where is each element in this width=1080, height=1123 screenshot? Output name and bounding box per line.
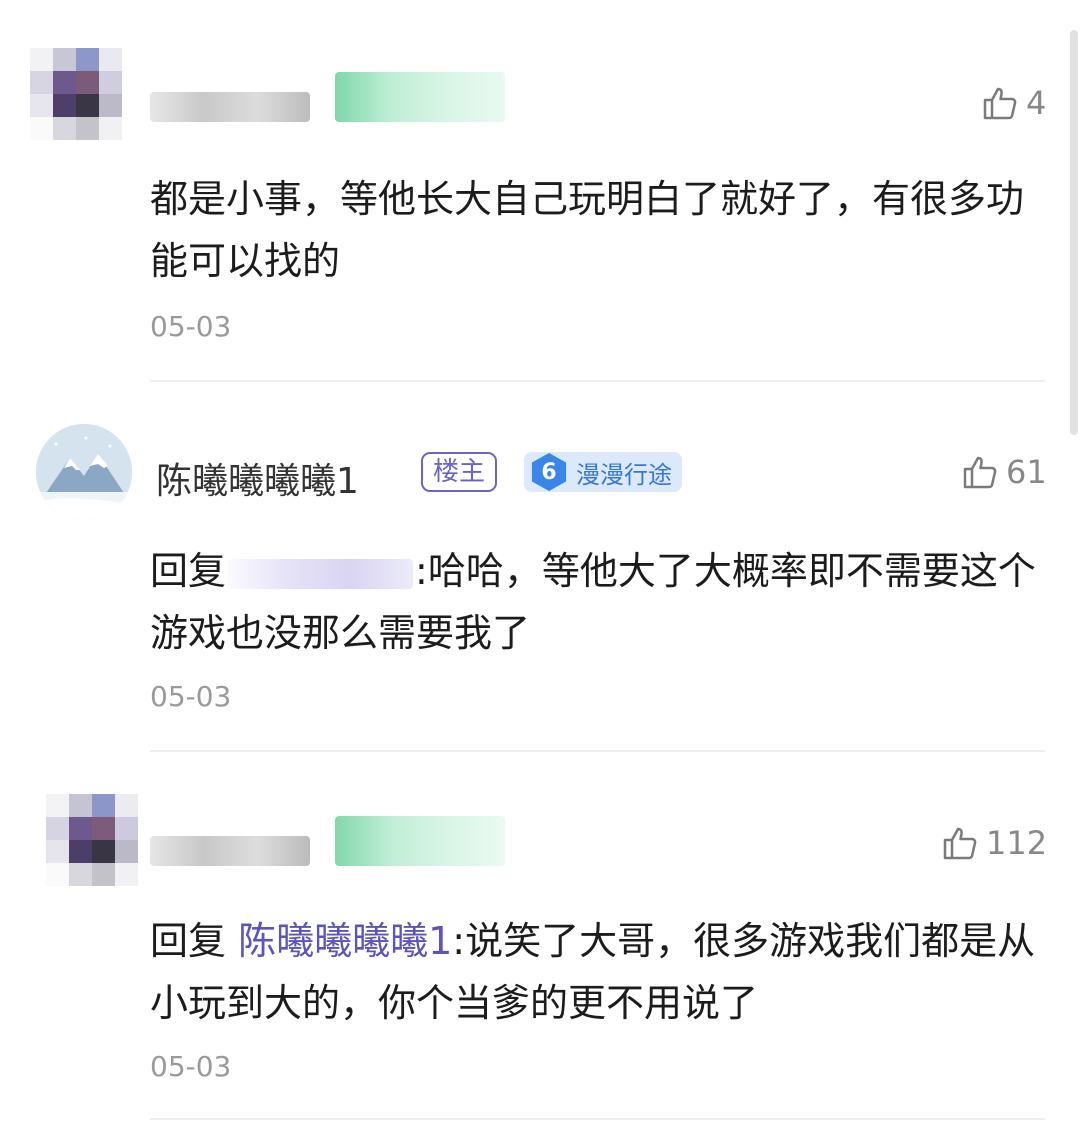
avatar-blurred[interactable] — [30, 48, 122, 140]
like-count: 112 — [986, 824, 1048, 862]
reply-prefix: 回复 — [150, 549, 227, 593]
comment-text: 都是小事，等他长大自己玩明白了就好了，有很多功能可以找的 — [150, 177, 1025, 283]
badge-blurred — [335, 816, 505, 866]
comment-date: 05-03 — [150, 310, 232, 343]
comment-date: 05-03 — [150, 1050, 232, 1083]
thumbs-up-icon — [983, 87, 1017, 120]
avatar-blurred[interactable] — [46, 794, 138, 886]
mention-blurred[interactable] — [228, 558, 414, 589]
like-count: 4 — [1026, 84, 1047, 122]
comment-text: 回复 陈曦曦曦曦1:说笑了大哥，很多游戏我们都是从小玩到大的，你个当爹的更不用说… — [150, 910, 1040, 1034]
like-button[interactable]: 112 — [942, 824, 1047, 862]
username-blurred[interactable] — [150, 92, 310, 122]
comment-date: 05-03 — [150, 680, 232, 713]
snow-mountain-avatar — [36, 424, 132, 520]
avatar[interactable] — [36, 424, 132, 520]
level-badge: 6 漫漫行途 — [524, 452, 682, 492]
level-name: 漫漫行途 — [576, 460, 672, 489]
divider — [150, 380, 1045, 382]
mention-link[interactable]: 陈曦曦曦曦1 — [238, 919, 452, 963]
badge-blurred — [335, 72, 505, 122]
thumbs-up-icon — [943, 827, 977, 860]
like-button[interactable]: 61 — [962, 453, 1047, 491]
user-name[interactable]: 陈曦曦曦曦1 — [156, 452, 359, 504]
username-blurred[interactable] — [150, 836, 310, 866]
divider — [150, 1118, 1045, 1120]
level-number: 6 — [530, 453, 568, 491]
owner-badge: 楼主 — [421, 452, 498, 492]
like-button[interactable]: 4 — [982, 84, 1046, 122]
like-count: 61 — [1006, 453, 1047, 491]
divider — [150, 750, 1045, 752]
reply-prefix: 回复 — [150, 919, 227, 963]
scrollbar[interactable] — [1070, 30, 1078, 435]
thumbs-up-icon — [963, 456, 997, 489]
comment-text: 回复:哈哈，等他大了大概率即不需要这个游戏也没那么需要我了 — [150, 540, 1040, 664]
